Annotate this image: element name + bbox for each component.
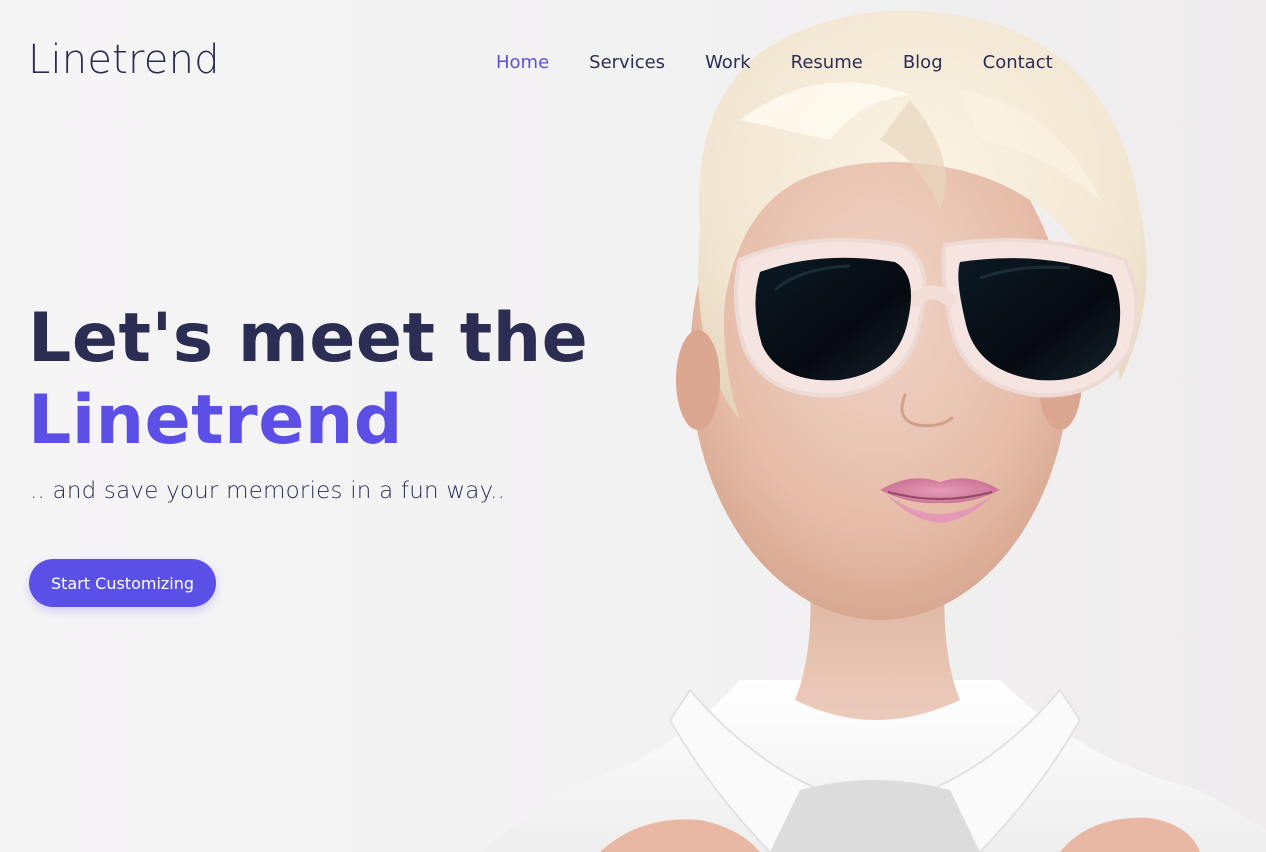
nav-item-services: Services [589, 50, 705, 76]
nav-link-work[interactable]: Work [705, 50, 751, 76]
page: Linetrend Home Services Work Resume Blog… [0, 0, 1266, 852]
hero-title-line2: Linetrend [28, 381, 403, 460]
nav-link-contact[interactable]: Contact [983, 50, 1053, 76]
main-nav: Home Services Work Resume Blog Contact [496, 50, 1053, 76]
nav-item-contact: Contact [983, 50, 1053, 76]
nav-link-blog[interactable]: Blog [903, 50, 943, 76]
nav-item-home: Home [496, 50, 589, 76]
brand-logo[interactable]: Linetrend [28, 38, 220, 82]
nav-item-blog: Blog [903, 50, 983, 76]
hero-subtitle: .. and save your memories in a fun way.. [30, 478, 506, 504]
hero-title-line1: Let's meet the [28, 299, 589, 378]
hero-title: Let's meet the Linetrend [28, 298, 588, 462]
start-customizing-button[interactable]: Start Customizing [29, 559, 216, 607]
nav-link-resume[interactable]: Resume [791, 50, 863, 76]
nav-item-resume: Resume [791, 50, 903, 76]
nav-link-services[interactable]: Services [589, 50, 665, 76]
nav-link-home[interactable]: Home [496, 50, 549, 76]
nav-item-work: Work [705, 50, 791, 76]
